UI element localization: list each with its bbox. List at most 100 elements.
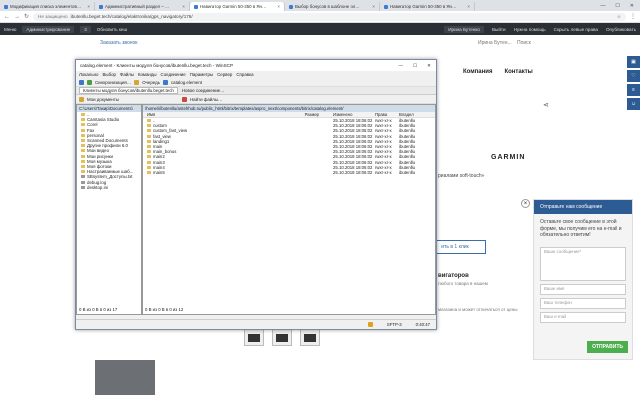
browser-tab-active[interactable]: Навигатор Garmin 50-350 в Ян… × xyxy=(190,2,285,11)
hide-rights-checkbox[interactable]: Скрыть левые права xyxy=(554,27,598,32)
folder-icon xyxy=(147,119,151,123)
star-icon[interactable]: ☆ xyxy=(617,14,621,20)
close-icon[interactable]: × xyxy=(87,4,90,9)
menu-options[interactable]: Параметры xyxy=(190,72,213,77)
publish-button[interactable]: Опубликовать xyxy=(606,27,636,32)
winscp-minimize-button[interactable]: — xyxy=(398,63,403,69)
sync-button[interactable]: Синхронизация… xyxy=(95,80,131,85)
local-location-select[interactable]: Мои документы xyxy=(87,97,119,102)
back-icon[interactable]: ← xyxy=(4,14,10,20)
find-files-button[interactable]: Найти файлы… xyxy=(190,97,222,102)
col-name[interactable]: Имя xyxy=(143,112,303,117)
local-file-list: .. Camtasia Studio Corel Fax personal Scanned… xyxy=(77,112,141,190)
menu-commands[interactable]: Команды xyxy=(138,72,157,77)
close-window-button[interactable]: ✕ xyxy=(630,3,634,9)
site-user-link[interactable]: Ирина Бутен... xyxy=(478,40,512,46)
close-icon[interactable]: × xyxy=(467,4,470,9)
logout-link[interactable]: Выйти xyxy=(492,27,506,32)
close-icon[interactable]: × xyxy=(182,4,185,9)
admin-mode-button[interactable]: Администрирование xyxy=(22,25,75,33)
folder-icon xyxy=(81,170,85,174)
cart-icon[interactable]: ▣ xyxy=(627,56,640,68)
folder-icon xyxy=(147,155,151,159)
order-call-link[interactable]: Заказать звонок xyxy=(100,40,137,46)
file-icon xyxy=(81,175,85,179)
close-icon[interactable]: × xyxy=(372,4,375,9)
chat-title: Отправьте нам сообщение xyxy=(534,200,632,214)
compare-icon[interactable]: ≡ xyxy=(627,84,640,96)
navigators-heading: вигаторов xyxy=(438,273,469,279)
new-session-tab[interactable]: Новое соединение… xyxy=(182,88,225,93)
more-icon[interactable]: ⋮ xyxy=(630,13,636,20)
menu-select[interactable]: Выбор xyxy=(103,72,116,77)
remote-status: 0 B из 0 B в 0 из 12 xyxy=(145,307,184,312)
favorites-icon[interactable]: ♡ xyxy=(627,70,640,82)
product-thumbnail[interactable] xyxy=(300,329,320,346)
col-modified[interactable]: Изменено xyxy=(319,112,375,117)
refresh-cache-button[interactable]: Обновить кеш xyxy=(97,27,127,32)
winscp-status-bar: SFTP-3 0:40:47 xyxy=(76,319,436,329)
menu-item-contacts[interactable]: Контакты xyxy=(504,69,532,75)
url-field[interactable]: Не защищено ibutenllu.beget.tech/catalog… xyxy=(33,12,626,21)
commander-icon[interactable] xyxy=(79,79,84,85)
favicon-icon xyxy=(289,4,293,9)
local-file-item[interactable]: desktop.ini xyxy=(77,185,141,190)
winscp-close-button[interactable]: ✕ xyxy=(427,63,431,69)
site-search-link[interactable]: Поиск xyxy=(517,40,531,46)
admin-menu-button[interactable]: Меню xyxy=(4,27,16,32)
chat-message-field[interactable]: Ваше сообщение* xyxy=(540,246,626,281)
chat-name-field[interactable]: Ваше имя xyxy=(540,283,626,295)
favicon-icon xyxy=(194,4,198,9)
folder-icon xyxy=(81,159,85,163)
menu-files[interactable]: Файлы xyxy=(120,72,134,77)
documents-icon xyxy=(79,96,84,102)
forward-icon[interactable]: → xyxy=(14,14,20,20)
browser-tab[interactable]: Навигатор Garmin 50-350 в Ян… × xyxy=(380,2,475,11)
close-icon[interactable]: × xyxy=(277,4,280,9)
col-rights[interactable]: Права xyxy=(375,112,399,117)
folder-icon xyxy=(81,133,85,137)
local-pane: C:\Users\Тахир\Documents\ .. Camtasia Stu… xyxy=(76,104,142,315)
chat-send-button[interactable]: ОТПРАВИТЬ xyxy=(587,341,628,353)
remote-file-row[interactable]: main5 25.10.2018 18:06:02 rwxr-xr-x ibutenl… xyxy=(143,170,435,175)
menu-item-company[interactable]: Компания xyxy=(463,69,492,75)
menu-local[interactable]: Локально xyxy=(79,72,99,77)
browser-tab[interactable]: Выбор бонусов в шаблоне эл… × xyxy=(285,2,380,11)
browser-tab[interactable]: Административный раздел – … × xyxy=(95,2,190,11)
local-file-name: desktop.ini xyxy=(87,184,108,190)
admin-user-button[interactable]: Ирина Бутенко xyxy=(444,25,484,33)
current-folder-label[interactable]: catalog.element xyxy=(171,80,202,85)
protocol-label: SFTP-3 xyxy=(386,322,402,327)
folder-icon xyxy=(147,145,151,149)
winscp-toolbar: Синхронизация… Очередь catalog.element xyxy=(76,78,436,87)
chat-close-icon[interactable]: × xyxy=(521,199,530,208)
queue-icon[interactable] xyxy=(134,79,140,85)
menu-help[interactable]: Справка xyxy=(236,72,253,77)
share-icon[interactable]: ⋖ xyxy=(543,101,549,109)
local-path[interactable]: C:\Users\Тахир\Documents\ xyxy=(77,105,141,112)
site-main-menu: Компания Контакты xyxy=(463,69,533,75)
minimize-button[interactable]: — xyxy=(600,3,605,9)
menu-server[interactable]: Сервер xyxy=(217,72,232,77)
chat-email-field[interactable]: Ваш e-mail xyxy=(540,311,626,323)
browser-tab[interactable]: Модификация списка элементов… × xyxy=(0,2,95,11)
chat-description: Оставьте свое сообщение в этой форме, мы… xyxy=(540,219,622,238)
col-owner[interactable]: Владел xyxy=(399,112,423,117)
menu-session[interactable]: Соединение xyxy=(161,72,186,77)
remote-path[interactable]: /home/i/ibutenllu/antehhub.ru/public_htm… xyxy=(143,105,435,112)
winscp-maximize-button[interactable]: ☐ xyxy=(413,63,417,69)
folder-icon xyxy=(81,118,85,122)
delete-icon[interactable] xyxy=(182,96,187,102)
session-tab[interactable]: Клиенты модуля бонусов/ibutenllu.beget.t… xyxy=(79,87,178,94)
reload-icon[interactable]: ↻ xyxy=(24,13,29,20)
help-link[interactable]: Нужна помощь xyxy=(514,27,546,32)
profile-icon[interactable]: ☺ xyxy=(627,98,640,110)
product-thumbnail[interactable] xyxy=(244,329,264,346)
queue-button[interactable]: Очередь xyxy=(142,80,160,85)
sync-icon[interactable] xyxy=(87,79,92,85)
admin-count-badge[interactable]: 3 xyxy=(80,25,91,33)
chat-phone-field[interactable]: Ваш телефон xyxy=(540,297,626,309)
col-size[interactable]: Размер xyxy=(303,112,319,117)
product-thumbnail[interactable] xyxy=(272,329,292,346)
maximize-button[interactable]: ☐ xyxy=(615,3,619,9)
